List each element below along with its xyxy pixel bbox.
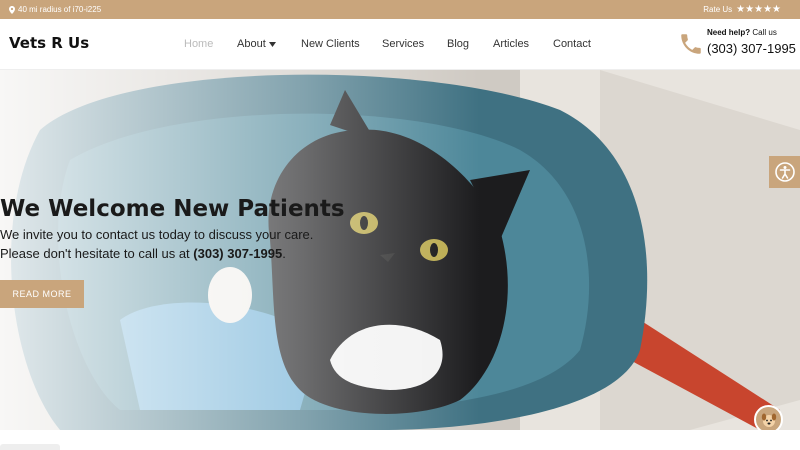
hero-content: We Welcome New Patients We invite you to…	[0, 196, 345, 261]
hero-line-1: We invite you to contact us today to dis…	[0, 227, 314, 242]
next-section-edge	[0, 430, 800, 450]
nav-services[interactable]: Services	[382, 38, 424, 50]
nav-about[interactable]: About	[237, 38, 276, 50]
hero-title: We Welcome New Patients	[0, 196, 345, 222]
header-phone[interactable]: (303) 307-1995	[707, 41, 796, 56]
site-header: Vets R Us Home About New Clients Service…	[0, 19, 800, 70]
help-bold: Need help?	[707, 28, 751, 37]
location-text: 40 mi radius of i70-i225	[18, 5, 102, 14]
hero-line-2-prefix: Please don't hesitate to call us at	[0, 246, 194, 261]
nav-contact[interactable]: Contact	[553, 38, 591, 50]
help-call: Call us	[752, 28, 777, 37]
hero-line-2: Please don't hesitate to call us at (303…	[0, 246, 345, 261]
dog-avatar-icon	[761, 413, 776, 427]
hero-phone[interactable]: (303) 307-1995	[193, 246, 282, 261]
top-info-bar: 40 mi radius of i70-i225 Rate Us ★★★★★	[0, 0, 800, 19]
nav-about-label: About	[237, 38, 266, 50]
hero-section: We Welcome New Patients We invite you to…	[0, 70, 800, 430]
nav-new-clients[interactable]: New Clients	[301, 38, 360, 50]
nav-home[interactable]: Home	[184, 38, 213, 50]
map-pin-icon	[9, 5, 15, 14]
rate-us[interactable]: Rate Us ★★★★★	[703, 5, 781, 15]
nav-blog[interactable]: Blog	[447, 38, 469, 50]
site-logo[interactable]: Vets R Us	[9, 34, 89, 52]
phone-icon	[681, 34, 701, 54]
rating-stars[interactable]: ★★★★★	[736, 5, 781, 15]
location-info: 40 mi radius of i70-i225	[9, 5, 101, 14]
accessibility-icon	[774, 162, 795, 182]
section-divider	[0, 444, 60, 450]
accessibility-button[interactable]	[769, 156, 800, 188]
caret-down-icon	[268, 41, 276, 47]
read-more-button[interactable]: READ MORE	[0, 280, 84, 308]
nav-articles[interactable]: Articles	[493, 38, 529, 50]
rate-us-label: Rate Us	[703, 5, 733, 14]
help-text: Need help? Call us	[707, 28, 777, 37]
hero-line-2-suffix: .	[282, 246, 286, 261]
